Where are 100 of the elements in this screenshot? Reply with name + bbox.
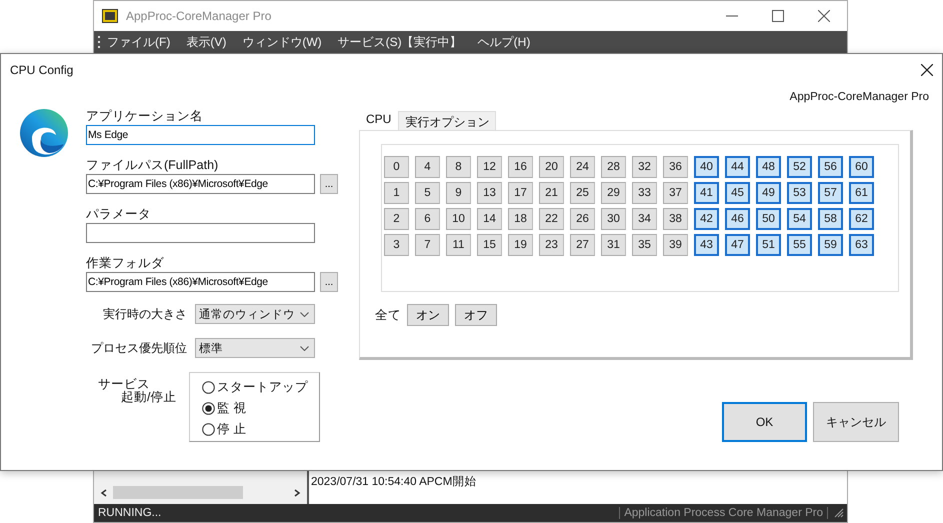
core-toggle-button[interactable]: 40 [694,156,719,178]
core-toggle-button[interactable]: 43 [694,234,719,256]
menu-item[interactable]: ファイル(F) [107,34,170,51]
core-toggle-button[interactable]: 56 [818,156,843,178]
core-toggle-button[interactable]: 57 [818,182,843,204]
field-label: ファイルパス(FullPath) [86,157,220,172]
browse-button[interactable]: ... [320,174,338,194]
core-toggle-button[interactable]: 8 [446,156,471,178]
core-toggle-button[interactable]: 3 [384,234,409,256]
close-icon[interactable] [818,10,830,22]
core-toggle-button[interactable]: 62 [849,208,874,230]
core-toggle-button[interactable]: 18 [508,208,533,230]
core-toggle-button[interactable]: 23 [539,234,564,256]
core-toggle-button[interactable]: 58 [818,208,843,230]
core-toggle-button[interactable]: 15 [477,234,502,256]
core-toggle-button[interactable]: 45 [725,182,750,204]
core-toggle-button[interactable]: 60 [849,156,874,178]
core-toggle-button[interactable]: 51 [756,234,781,256]
service-label: サービス [98,378,151,391]
core-toggle-button[interactable]: 31 [601,234,626,256]
core-toggle-button[interactable]: 29 [601,182,626,204]
core-toggle-button[interactable]: 63 [849,234,874,256]
core-toggle-button[interactable]: 4 [415,156,440,178]
core-toggle-button[interactable]: 52 [787,156,812,178]
core-toggle-button[interactable]: 48 [756,156,781,178]
resize-grip-icon[interactable] [834,508,844,518]
scroll-left-icon[interactable] [100,488,108,496]
field-label: パラメータ [86,206,152,221]
dropdown-label: 実行時の大きさ [103,306,187,322]
tab[interactable]: 実行オプション [398,111,496,131]
all-toggle-button[interactable]: オン [407,304,449,326]
maximize-icon[interactable] [772,10,784,22]
input-field[interactable]: C:¥Program Files (x86)¥Microsoft¥Edge [86,272,315,292]
core-toggle-button[interactable]: 1 [384,182,409,204]
core-toggle-button[interactable]: 0 [384,156,409,178]
core-toggle-button[interactable]: 5 [415,182,440,204]
core-toggle-button[interactable]: 6 [415,208,440,230]
window-title: AppProc-CoreManager Pro [126,9,272,23]
core-toggle-button[interactable]: 21 [539,182,564,204]
core-toggle-button[interactable]: 12 [477,156,502,178]
input-field[interactable]: Ms Edge [86,125,315,145]
core-toggle-button[interactable]: 11 [446,234,471,256]
core-toggle-button[interactable]: 7 [415,234,440,256]
close-icon[interactable] [921,64,933,76]
input-field[interactable] [86,223,315,243]
menu-item[interactable]: ウィンドウ(W) [242,34,322,51]
core-toggle-button[interactable]: 35 [632,234,657,256]
cancel-button[interactable]: キャンセル [813,402,899,442]
chevron-down-icon [300,346,309,350]
product-name: AppProc-CoreManager Pro [790,91,929,105]
core-toggle-button[interactable]: 32 [632,156,657,178]
radio-option[interactable]: 監 視 [202,398,319,419]
core-toggle-button[interactable]: 55 [787,234,812,256]
scroll-right-icon[interactable] [293,488,301,496]
core-toggle-button[interactable]: 10 [446,208,471,230]
dropdown[interactable]: 標準 [195,338,315,358]
core-toggle-button[interactable]: 9 [446,182,471,204]
core-toggle-button[interactable]: 28 [601,156,626,178]
dialog-title: CPU Config [10,63,74,77]
core-toggle-button[interactable]: 49 [756,182,781,204]
input-field[interactable]: C:¥Program Files (x86)¥Microsoft¥Edge [86,174,315,194]
core-toggle-button[interactable]: 34 [632,208,657,230]
core-toggle-button[interactable]: 61 [849,182,874,204]
all-toggle-button[interactable]: オフ [455,304,497,326]
core-toggle-button[interactable]: 42 [694,208,719,230]
ok-button[interactable]: OK [722,402,807,442]
core-toggle-button[interactable]: 30 [601,208,626,230]
core-toggle-button[interactable]: 14 [477,208,502,230]
core-toggle-button[interactable]: 26 [570,208,595,230]
core-toggle-button[interactable]: 38 [663,208,688,230]
radio-option[interactable]: 停 止 [202,419,319,440]
core-toggle-button[interactable]: 17 [508,182,533,204]
core-toggle-button[interactable]: 27 [570,234,595,256]
core-toggle-button[interactable]: 13 [477,182,502,204]
core-toggle-button[interactable]: 37 [663,182,688,204]
core-toggle-button[interactable]: 59 [818,234,843,256]
core-toggle-button[interactable]: 39 [663,234,688,256]
core-toggle-button[interactable]: 54 [787,208,812,230]
browse-button[interactable]: ... [320,272,338,292]
core-toggle-button[interactable]: 36 [663,156,688,178]
core-toggle-button[interactable]: 2 [384,208,409,230]
menu-item[interactable]: サービス(S)【実行中】 [338,34,462,51]
core-toggle-button[interactable]: 47 [725,234,750,256]
radio-option[interactable]: スタートアップ [202,377,319,398]
menu-item[interactable]: ヘルプ(H) [478,34,530,51]
core-toggle-button[interactable]: 53 [787,182,812,204]
core-toggle-button[interactable]: 25 [570,182,595,204]
menu-item[interactable]: 表示(V) [186,34,226,51]
app-icon [102,9,118,23]
core-toggle-button[interactable]: 20 [539,156,564,178]
core-toggle-button[interactable]: 24 [570,156,595,178]
core-toggle-button[interactable]: 33 [632,182,657,204]
core-toggle-button[interactable]: 46 [725,208,750,230]
core-toggle-button[interactable]: 22 [539,208,564,230]
dropdown[interactable]: 通常のウィンドウ [195,304,315,324]
core-toggle-button[interactable]: 50 [756,208,781,230]
core-toggle-button[interactable]: 44 [725,156,750,178]
core-toggle-button[interactable]: 19 [508,234,533,256]
core-toggle-button[interactable]: 16 [508,156,533,178]
core-toggle-button[interactable]: 41 [694,182,719,204]
